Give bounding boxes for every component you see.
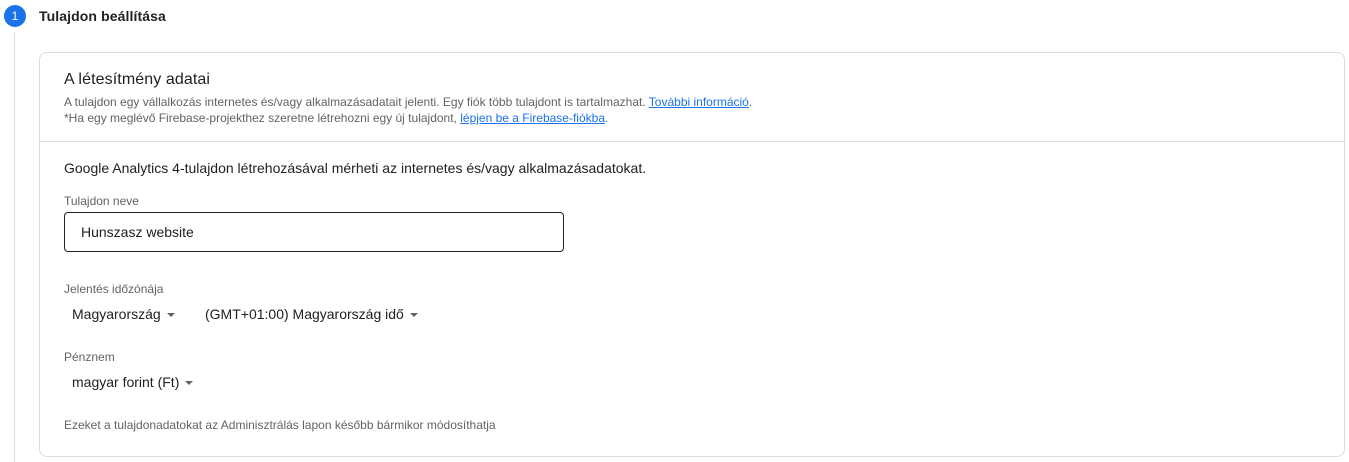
currency-label: Pénznem	[64, 350, 115, 364]
description-line-1: A tulajdon egy vállalkozás internetes és…	[64, 94, 1320, 110]
country-select[interactable]: Magyarország	[72, 302, 175, 326]
property-name-input[interactable]	[64, 212, 564, 252]
card-description: A tulajdon egy vállalkozás internetes és…	[64, 94, 1320, 126]
intro-text: Google Analytics 4-tulajdon létrehozásáv…	[64, 160, 647, 176]
step-number-badge: 1	[4, 5, 26, 27]
card-body: Google Analytics 4-tulajdon létrehozásáv…	[40, 142, 1344, 177]
timezone-label: Jelentés időzónája	[64, 282, 164, 296]
property-name-label: Tulajdon neve	[64, 194, 139, 208]
card-header: A létesítmény adatai A tulajdon egy váll…	[40, 53, 1344, 142]
timezone-select[interactable]: (GMT+01:00) Magyarország idő	[205, 302, 418, 326]
dropdown-arrow-icon	[185, 380, 194, 385]
currency-select[interactable]: magyar forint (Ft)	[72, 370, 194, 394]
dropdown-arrow-icon	[409, 312, 418, 317]
description-end-1: .	[748, 95, 753, 109]
firebase-login-link[interactable]: lépjen be a Firebase-fiókba	[460, 111, 605, 125]
property-details-card: A létesítmény adatai A tulajdon egy váll…	[39, 52, 1345, 457]
timezone-select-value: (GMT+01:00) Magyarország idő	[205, 306, 404, 322]
step-connector-line	[14, 32, 15, 462]
card-title: A létesítmény adatai	[64, 71, 211, 88]
step-title: Tulajdon beállítása	[39, 8, 166, 24]
country-select-value: Magyarország	[72, 306, 161, 322]
step-header: 1 Tulajdon beállítása	[4, 5, 166, 27]
description-text-2: *Ha egy meglévő Firebase-projekthez szer…	[64, 111, 457, 125]
footnote-text: Ezeket a tulajdonadatokat az Adminisztrá…	[64, 418, 496, 432]
description-line-2: *Ha egy meglévő Firebase-projekthez szer…	[64, 110, 1320, 126]
description-end-2: .	[605, 111, 609, 125]
description-text-1: A tulajdon egy vállalkozás internetes és…	[64, 95, 646, 109]
dropdown-arrow-icon	[166, 312, 175, 317]
currency-select-value: magyar forint (Ft)	[72, 374, 180, 390]
more-info-link[interactable]: További információ	[649, 95, 749, 109]
